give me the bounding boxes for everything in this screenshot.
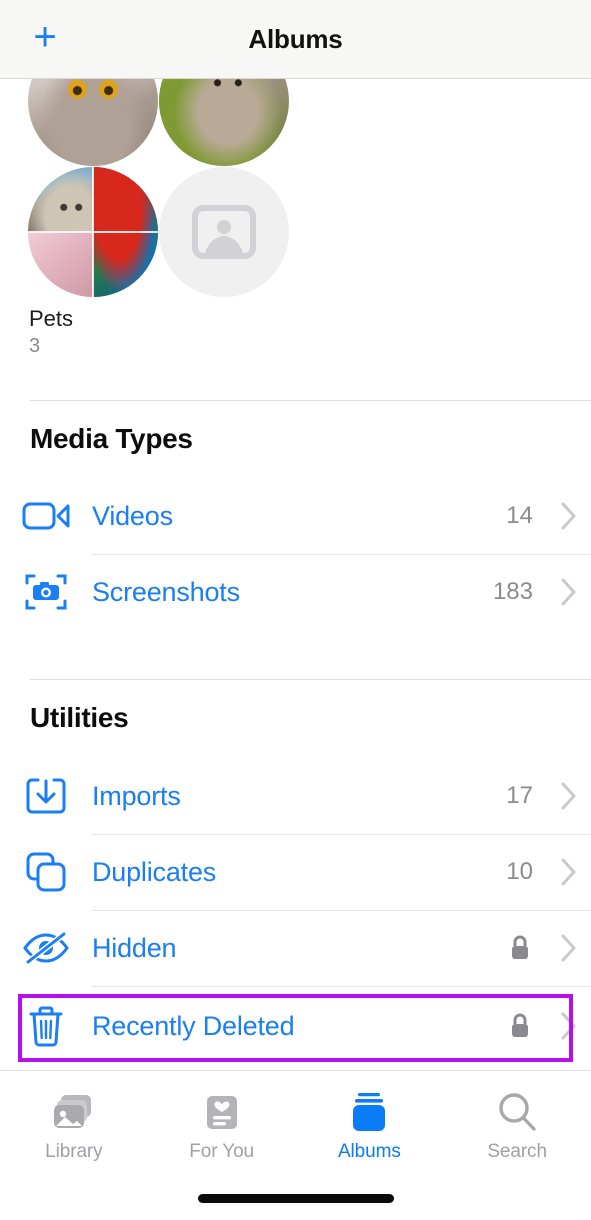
eye-slash-icon: [0, 910, 92, 986]
search-icon: [496, 1089, 538, 1133]
cat-photo: [28, 79, 158, 166]
row-videos[interactable]: Videos 14: [0, 478, 591, 554]
kitten-photo: [159, 79, 289, 166]
people-albums-grid: Pets 3: [0, 79, 591, 400]
home-indicator: [197, 1194, 394, 1203]
row-count-duplicates: 10: [506, 858, 533, 885]
duplicate-squares-icon: [0, 834, 92, 910]
album-thumbnail-circle[interactable]: [28, 79, 158, 166]
tab-label-for-you: For You: [189, 1141, 255, 1162]
lock-icon: [509, 934, 531, 962]
tab-label-albums: Albums: [337, 1141, 401, 1162]
chevron-right-icon: [547, 577, 591, 607]
row-imports[interactable]: Imports 17: [0, 758, 591, 834]
section-header-utilities: Utilities: [30, 702, 129, 733]
chevron-right-icon: [547, 857, 591, 887]
row-duplicates[interactable]: Duplicates 10: [0, 834, 591, 910]
album-item-count: 3: [29, 335, 41, 358]
row-count-screenshots: 183: [492, 578, 533, 605]
screenshot-camera-icon: [0, 554, 92, 630]
photo-stack-icon: [52, 1089, 96, 1133]
tab-label-library: Library: [45, 1141, 103, 1162]
video-camera-icon: [0, 478, 92, 554]
row-screenshots[interactable]: Screenshots 183: [0, 554, 591, 630]
tab-label-search: Search: [487, 1141, 547, 1162]
chevron-right-icon: [547, 781, 591, 811]
row-label-videos: Videos: [92, 500, 173, 531]
section-divider: [30, 679, 591, 680]
photos-albums-screen: + Albums Pets 3 Media Types Videos 14 Sc…: [0, 0, 591, 1220]
mosaic-grid-lines: [28, 167, 158, 297]
pets-album-thumbnail[interactable]: [28, 167, 158, 297]
chevron-right-icon: [547, 501, 591, 531]
row-separator: [92, 986, 591, 987]
add-album-button[interactable]: +: [26, 17, 64, 58]
row-label-imports: Imports: [92, 780, 181, 811]
row-label-duplicates: Duplicates: [92, 856, 217, 887]
album-title: Pets: [29, 306, 74, 331]
heart-card-icon: [204, 1089, 240, 1133]
navigation-bar: + Albums: [0, 0, 591, 79]
row-label-hidden: Hidden: [92, 932, 177, 963]
tab-for-you[interactable]: For You: [148, 1089, 296, 1163]
chevron-right-icon: [547, 1011, 591, 1041]
albums-stack-icon: [347, 1089, 391, 1133]
pets-album-caption[interactable]: Pets 3: [29, 306, 73, 361]
section-header-media-types: Media Types: [30, 423, 193, 454]
lock-icon: [509, 1012, 531, 1040]
tab-bar: Library For You Albums Search: [0, 1070, 591, 1220]
album-thumbnail-circle[interactable]: [159, 79, 289, 166]
album-placeholder-circle[interactable]: [159, 167, 289, 297]
row-hidden[interactable]: Hidden: [0, 910, 591, 986]
page-title: Albums: [248, 23, 343, 54]
tab-library[interactable]: Library: [0, 1089, 148, 1163]
row-count-imports: 17: [506, 782, 533, 809]
row-label-screenshots: Screenshots: [92, 576, 240, 607]
section-divider: [30, 400, 591, 401]
trash-icon: [0, 988, 92, 1064]
row-count-videos: 14: [506, 502, 533, 529]
row-recently-deleted[interactable]: Recently Deleted: [0, 988, 591, 1064]
import-tray-icon: [0, 758, 92, 834]
tab-search[interactable]: Search: [443, 1089, 591, 1163]
person-photo-placeholder-icon: [159, 167, 289, 297]
row-label-recently-deleted: Recently Deleted: [92, 1010, 295, 1041]
tab-albums[interactable]: Albums: [296, 1089, 444, 1163]
chevron-right-icon: [547, 933, 591, 963]
